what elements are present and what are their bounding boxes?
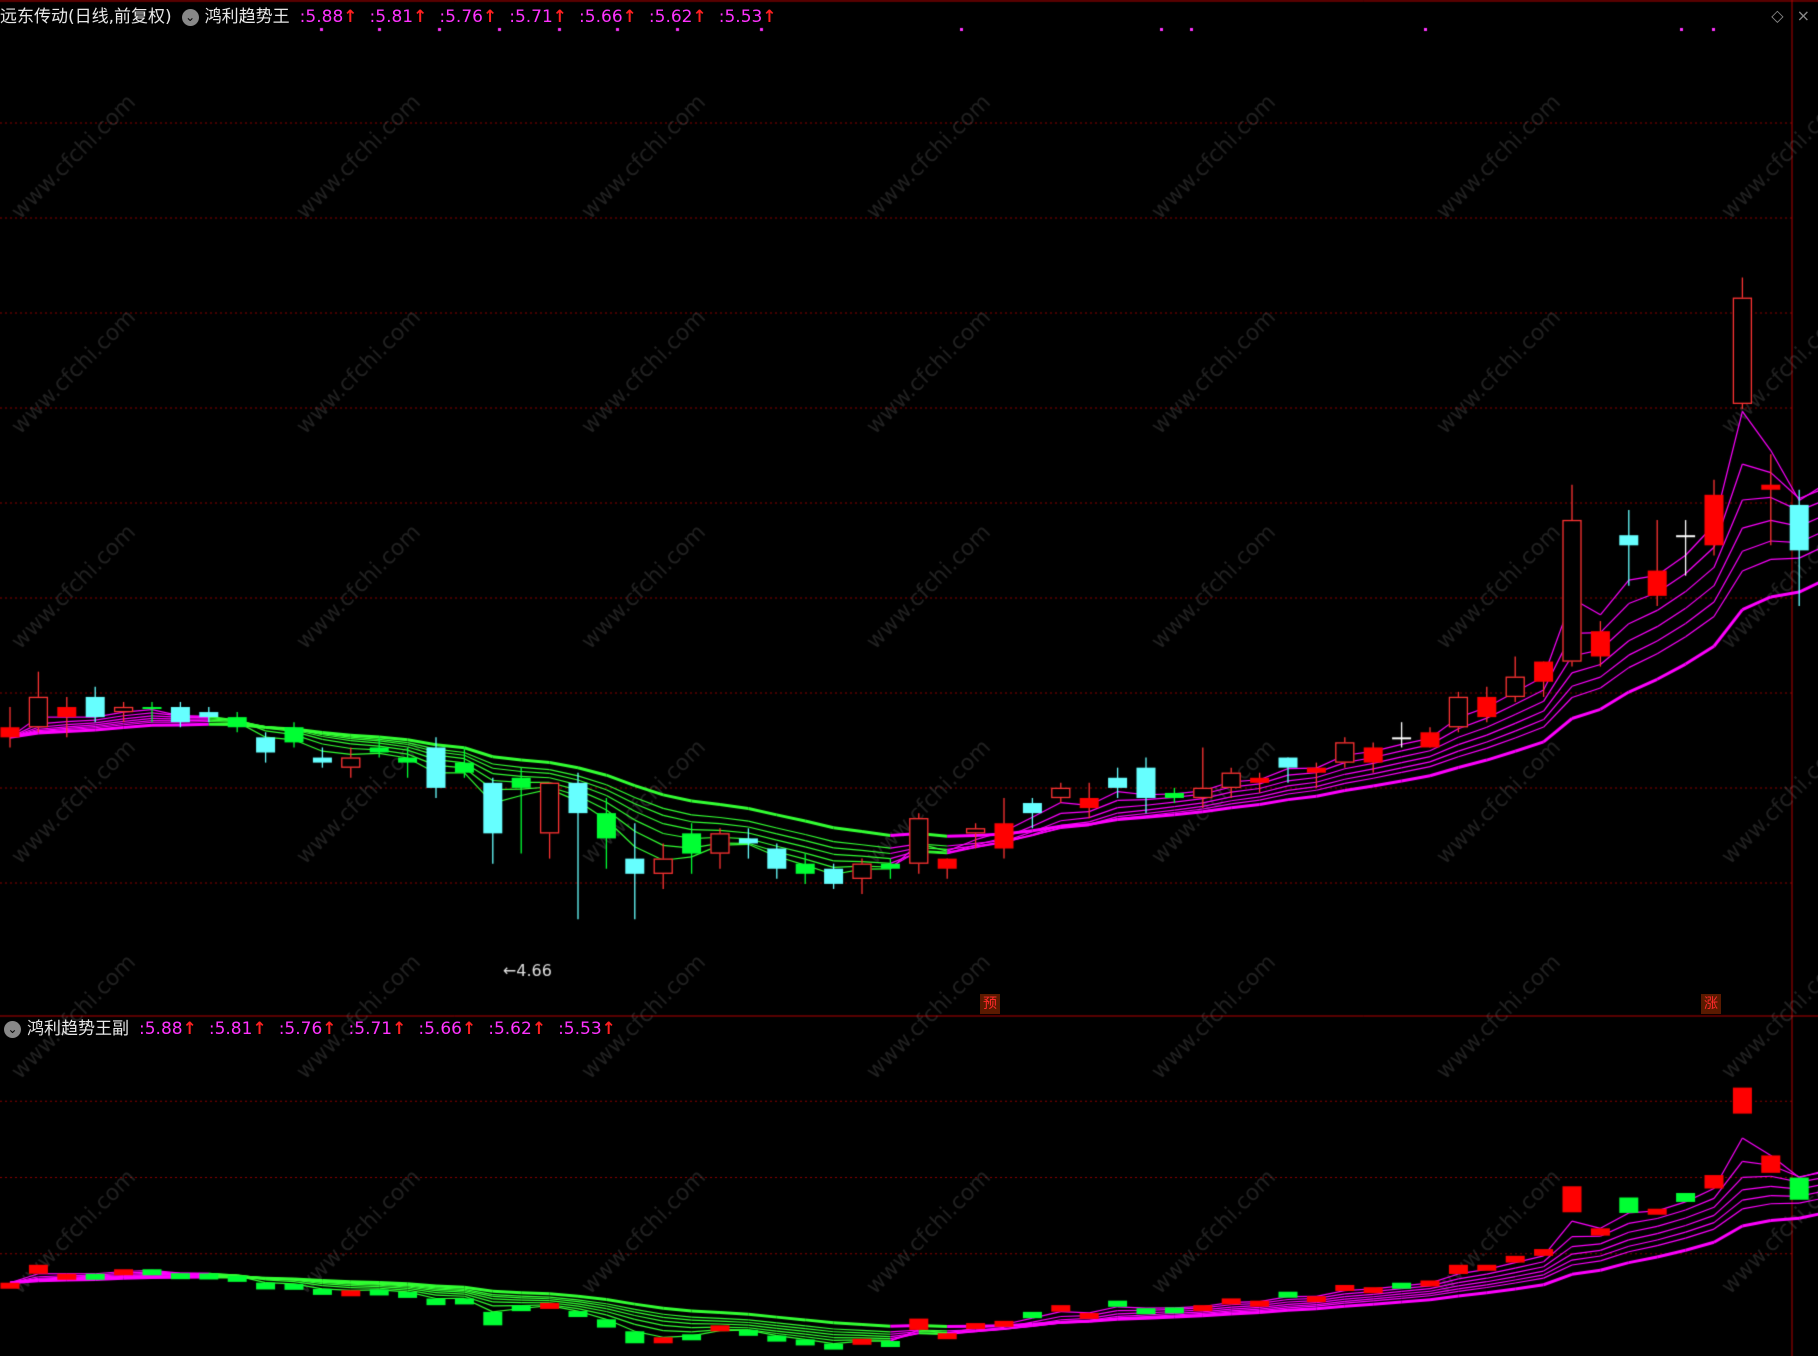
sub-indicator-toggle-icon[interactable]: ⌄ — [4, 1020, 21, 1038]
sub-ribbon-value-5: :5.66↑ — [418, 1019, 477, 1039]
window-controls: ◇ × — [1763, 6, 1810, 25]
indicator-toggle-icon[interactable]: ⌄ — [181, 8, 199, 26]
close-icon[interactable]: × — [1797, 6, 1810, 25]
diamond-icon[interactable]: ◇ — [1771, 6, 1783, 25]
candlestick-chart-canvas[interactable] — [0, 0, 1818, 1356]
indicator-name[interactable]: 鸿利趋势王 — [205, 2, 290, 32]
sub-ribbon-value-6: :5.62↑ — [488, 1019, 547, 1039]
sub-panel-header: ⌄ 鸿利趋势王副 :5.88↑ :5.81↑ :5.76↑ :5.71↑ :5.… — [0, 1014, 628, 1044]
sub-ribbon-value-1: :5.88↑ — [139, 1019, 197, 1039]
sub-indicator-name[interactable]: 鸿利趋势王副 — [27, 1014, 129, 1044]
stock-title[interactable]: 远东传动(日线,前复权) — [0, 2, 172, 32]
main-panel-header: 远东传动(日线,前复权) ⌄ 鸿利趋势王 :5.88↑ :5.81↑ :5.76… — [0, 2, 789, 32]
ribbon-value-7: :5.53↑ — [718, 7, 777, 27]
sub-ribbon-value-7: :5.53↑ — [558, 1019, 616, 1039]
ribbon-value-5: :5.66↑ — [579, 7, 637, 27]
ribbon-value-4: :5.71↑ — [509, 7, 568, 27]
ribbon-value-1: :5.88↑ — [299, 7, 358, 27]
ribbon-value-2: :5.81↑ — [369, 7, 428, 27]
sub-ribbon-value-3: :5.76↑ — [278, 1019, 337, 1039]
pre-signal-marker: 预 — [980, 994, 1000, 1014]
sub-ribbon-value-2: :5.81↑ — [208, 1019, 267, 1039]
ribbon-value-3: :5.76↑ — [439, 7, 498, 27]
rise-signal-marker: 涨 — [1701, 994, 1721, 1014]
sub-ribbon-value-4: :5.71↑ — [348, 1019, 407, 1039]
ribbon-value-6: :5.62↑ — [648, 7, 707, 27]
